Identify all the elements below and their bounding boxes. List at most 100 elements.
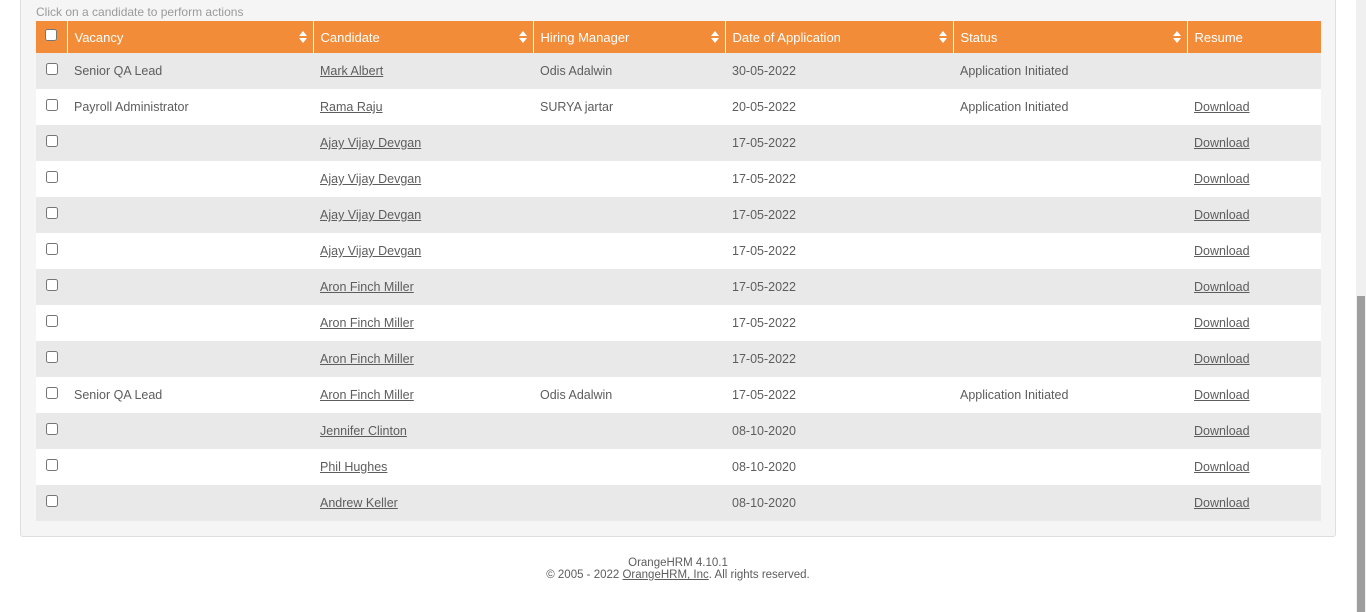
table-row[interactable]: Aron Finch Miller 17-05-2022 Download bbox=[36, 341, 1321, 377]
row-checkbox[interactable] bbox=[45, 170, 58, 183]
status-cell: Application Initiated bbox=[960, 100, 1069, 114]
resume-download-link[interactable]: Download bbox=[1194, 280, 1250, 294]
row-checkbox[interactable] bbox=[45, 62, 58, 75]
table-row[interactable]: Senior QA Lead Mark Albert Odis Adalwin 30-… bbox=[36, 53, 1321, 89]
hiring_manager-column-cell bbox=[533, 161, 725, 197]
sort-icon[interactable] bbox=[710, 31, 719, 43]
column-header-status[interactable]: Status bbox=[952, 21, 1187, 53]
resume-column-cell: Download bbox=[1187, 305, 1321, 341]
column-header-date[interactable]: Date of Application bbox=[724, 21, 953, 53]
row-checkbox[interactable] bbox=[45, 242, 58, 255]
vacancy-column-cell bbox=[67, 161, 313, 197]
candidate-link[interactable]: Rama Raju bbox=[320, 100, 383, 114]
table-row[interactable]: Phil Hughes 08-10-2020 Download bbox=[36, 449, 1321, 485]
resume-download-link[interactable]: Download bbox=[1194, 388, 1250, 402]
hiring-manager-cell: Odis Adalwin bbox=[540, 388, 613, 402]
table-row[interactable]: Jennifer Clinton 08-10-2020 Download bbox=[36, 413, 1321, 449]
row-select-cell bbox=[36, 341, 67, 377]
candidate-link[interactable]: Aron Finch Miller bbox=[320, 388, 414, 402]
candidate-link[interactable]: Ajay Vijay Devgan bbox=[320, 244, 421, 258]
sort-icon[interactable] bbox=[938, 31, 947, 43]
table-row[interactable]: Ajay Vijay Devgan 17-05-2022 Download bbox=[36, 161, 1321, 197]
status-column-cell bbox=[953, 305, 1187, 341]
resume-download-link[interactable]: Download bbox=[1194, 316, 1250, 330]
status-column-cell bbox=[953, 413, 1187, 449]
row-checkbox[interactable] bbox=[45, 98, 58, 111]
column-header-hiring-manager[interactable]: Hiring Manager bbox=[532, 21, 725, 53]
date-cell: 17-05-2022 bbox=[732, 244, 796, 258]
date-column-cell: 17-05-2022 bbox=[725, 197, 953, 233]
status-column-cell bbox=[953, 197, 1187, 233]
resume-column-cell: Download bbox=[1187, 197, 1321, 233]
resume-download-link[interactable]: Download bbox=[1194, 244, 1250, 258]
date-cell: 17-05-2022 bbox=[732, 136, 796, 150]
resume-download-link[interactable]: Download bbox=[1194, 208, 1250, 222]
resume-download-link[interactable]: Download bbox=[1194, 352, 1250, 366]
copyright-suffix: . All rights reserved. bbox=[708, 569, 810, 581]
vertical-scrollbar[interactable] bbox=[1356, 0, 1366, 612]
status-column-cell bbox=[953, 485, 1187, 521]
resume-download-link[interactable]: Download bbox=[1194, 424, 1250, 438]
select-all-checkbox[interactable] bbox=[45, 29, 58, 42]
candidate-column-cell: Andrew Keller bbox=[313, 485, 533, 521]
table-row[interactable]: Aron Finch Miller 17-05-2022 Download bbox=[36, 305, 1321, 341]
vacancy-column-cell bbox=[67, 269, 313, 305]
table-row[interactable]: Aron Finch Miller 17-05-2022 Download bbox=[36, 269, 1321, 305]
status-column-cell: Application Initiated bbox=[953, 377, 1187, 413]
resume-download-link[interactable]: Download bbox=[1194, 460, 1250, 474]
candidate-link[interactable]: Jennifer Clinton bbox=[320, 424, 407, 438]
table-row[interactable]: Ajay Vijay Devgan 17-05-2022 Download bbox=[36, 233, 1321, 269]
resume-column-cell: Download bbox=[1187, 485, 1321, 521]
date-cell: 08-10-2020 bbox=[732, 460, 796, 474]
row-checkbox[interactable] bbox=[45, 134, 58, 147]
row-checkbox[interactable] bbox=[45, 422, 58, 435]
candidate-link[interactable]: Ajay Vijay Devgan bbox=[320, 208, 421, 222]
resume-download-link[interactable]: Download bbox=[1194, 136, 1250, 150]
candidate-link[interactable]: Andrew Keller bbox=[320, 496, 398, 510]
resume-column-cell bbox=[1187, 53, 1321, 89]
resume-download-link[interactable]: Download bbox=[1194, 172, 1250, 186]
row-select-cell bbox=[36, 485, 67, 521]
candidate-link[interactable]: Aron Finch Miller bbox=[320, 352, 414, 366]
table-row[interactable]: Andrew Keller 08-10-2020 Download bbox=[36, 485, 1321, 521]
column-header-vacancy[interactable]: Vacancy bbox=[66, 21, 313, 53]
row-checkbox[interactable] bbox=[45, 206, 58, 219]
date-cell: 17-05-2022 bbox=[732, 316, 796, 330]
company-link[interactable]: OrangeHRM, Inc bbox=[622, 569, 708, 581]
row-select-cell bbox=[36, 413, 67, 449]
scrollbar-thumb[interactable] bbox=[1357, 296, 1365, 612]
row-checkbox[interactable] bbox=[45, 458, 58, 471]
row-checkbox[interactable] bbox=[45, 494, 58, 507]
candidate-link[interactable]: Aron Finch Miller bbox=[320, 280, 414, 294]
vacancy-column-cell bbox=[67, 305, 313, 341]
sort-icon[interactable] bbox=[1172, 31, 1181, 43]
sort-icon[interactable] bbox=[298, 31, 307, 43]
row-select-cell bbox=[36, 161, 67, 197]
version-text: OrangeHRM 4.10.1 bbox=[628, 557, 728, 569]
table-row[interactable]: Ajay Vijay Devgan 17-05-2022 Download bbox=[36, 197, 1321, 233]
table-row[interactable]: Ajay Vijay Devgan 17-05-2022 Download bbox=[36, 125, 1321, 161]
candidate-column-cell: Aron Finch Miller bbox=[313, 377, 533, 413]
row-checkbox[interactable] bbox=[45, 314, 58, 327]
date-column-cell: 08-10-2020 bbox=[725, 413, 953, 449]
hiring_manager-column-cell: Odis Adalwin bbox=[533, 53, 725, 89]
column-header-candidate[interactable]: Candidate bbox=[312, 21, 533, 53]
resume-download-link[interactable]: Download bbox=[1194, 100, 1250, 114]
row-select-cell bbox=[36, 269, 67, 305]
row-checkbox[interactable] bbox=[45, 278, 58, 291]
date-cell: 30-05-2022 bbox=[732, 64, 796, 78]
row-checkbox[interactable] bbox=[45, 350, 58, 363]
candidate-link[interactable]: Aron Finch Miller bbox=[320, 316, 414, 330]
resume-download-link[interactable]: Download bbox=[1194, 496, 1250, 510]
table-row[interactable]: Senior QA Lead Aron Finch Miller Odis Adal… bbox=[36, 377, 1321, 413]
vacancy-column-cell: Senior QA Lead bbox=[67, 377, 313, 413]
sort-icon[interactable] bbox=[518, 31, 527, 43]
status-column-cell bbox=[953, 341, 1187, 377]
row-checkbox[interactable] bbox=[45, 386, 58, 399]
candidate-link[interactable]: Mark Albert bbox=[320, 64, 383, 78]
table-row[interactable]: Payroll Administrator Rama Raju SURYA jart… bbox=[36, 89, 1321, 125]
candidate-link[interactable]: Ajay Vijay Devgan bbox=[320, 172, 421, 186]
candidate-link[interactable]: Ajay Vijay Devgan bbox=[320, 136, 421, 150]
candidate-link[interactable]: Phil Hughes bbox=[320, 460, 387, 474]
candidate-column-cell: Aron Finch Miller bbox=[313, 305, 533, 341]
